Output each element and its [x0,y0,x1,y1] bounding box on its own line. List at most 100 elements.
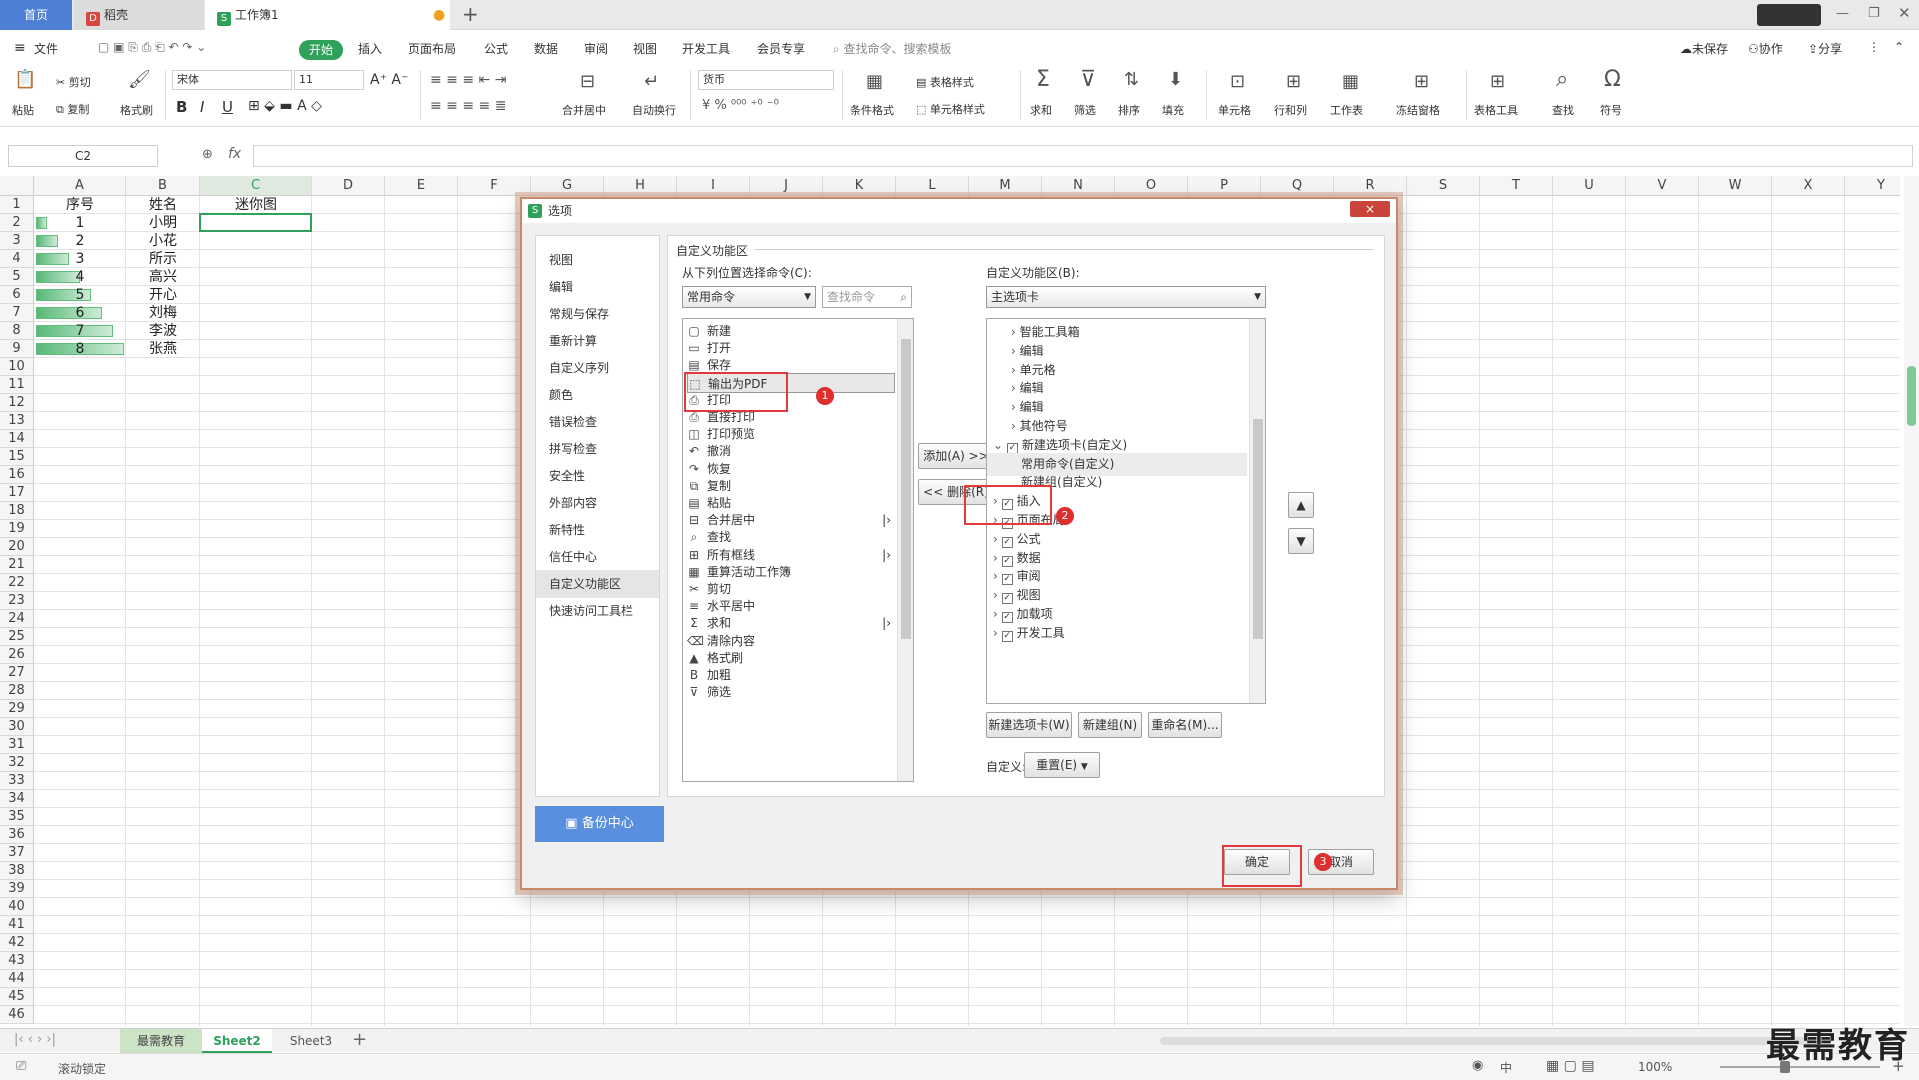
worksheet-icon[interactable]: ▦ [1342,72,1359,92]
sum-button[interactable]: 求和 [1030,102,1052,118]
header-seq[interactable]: 序号 [34,196,126,214]
row-header[interactable]: 17 [0,484,34,502]
column-header[interactable]: Y [1845,176,1900,196]
cell-seq[interactable]: 4 [34,268,126,286]
cell-name[interactable]: 刘梅 [126,304,200,322]
input-mode[interactable]: 中 [1500,1059,1512,1076]
fill-icon[interactable]: ⬇ [1168,70,1183,90]
cell-name[interactable]: 张燕 [126,340,200,358]
expand-icon[interactable]: › [1011,419,1020,433]
row-header[interactable]: 9 [0,340,34,358]
row-header[interactable]: 45 [0,988,34,1006]
add-button[interactable]: 添加(A) >> [918,443,994,469]
user-avatar[interactable] [1757,4,1821,26]
row-header[interactable]: 20 [0,538,34,556]
sum-icon[interactable]: Σ [1036,69,1050,91]
collapse-icon[interactable]: ⌄ [993,438,1007,452]
column-header[interactable]: K [823,176,896,196]
unsaved-status[interactable]: ☁未保存 [1680,40,1728,57]
italic-icon[interactable]: I [200,98,204,116]
row-header[interactable]: 3 [0,232,34,250]
row-header[interactable]: 42 [0,934,34,952]
column-header[interactable]: V [1626,176,1699,196]
cell-name[interactable]: 李波 [126,322,200,340]
row-header[interactable]: 10 [0,358,34,376]
paste-button[interactable]: 粘贴 [12,102,34,118]
cell-name[interactable]: 开心 [126,286,200,304]
nav-item[interactable]: 外部内容 [536,489,659,517]
column-header[interactable]: N [1042,176,1115,196]
expand-icon[interactable]: › [993,626,1002,640]
column-header[interactable]: C [200,176,312,196]
nav-item[interactable]: 编辑 [536,273,659,301]
column-header[interactable]: J [750,176,823,196]
move-down-button[interactable]: ▼ [1288,528,1314,554]
column-header[interactable]: S [1407,176,1480,196]
row-header[interactable]: 14 [0,430,34,448]
macro-record-icon[interactable]: ⎚ [16,1059,26,1074]
quick-access-icons[interactable]: ▢ ▣ ⎘ ⎙ ⎗ ↶ ↷ ⌄ [98,40,206,55]
row-header[interactable]: 44 [0,970,34,988]
expand-icon[interactable]: › [1011,381,1020,395]
select-all-corner[interactable] [0,176,34,196]
expand-icon[interactable]: › [993,569,1002,583]
horizontal-scrollbar[interactable] [1160,1037,1810,1045]
row-header[interactable]: 16 [0,466,34,484]
sheet-tab-2[interactable]: Sheet2 [202,1029,272,1053]
header-name[interactable]: 姓名 [126,196,200,214]
symbol-button[interactable]: 符号 [1600,102,1622,118]
expand-icon[interactable]: › [993,532,1002,546]
ribbon-tree-scroll-thumb[interactable] [1253,419,1263,639]
column-header[interactable]: D [312,176,385,196]
expand-icon[interactable]: › [1011,325,1020,339]
move-up-button[interactable]: ▲ [1288,492,1314,518]
fx-icon[interactable]: fx [228,146,241,162]
nav-item[interactable]: 视图 [536,246,659,274]
cell-seq[interactable]: 5 [34,286,126,304]
copy-button[interactable]: ⧉ 复制 [56,101,89,117]
cell-seq[interactable]: 1 [34,214,126,232]
row-header[interactable]: 38 [0,862,34,880]
name-box[interactable]: C2 [8,145,158,167]
row-header[interactable]: 24 [0,610,34,628]
column-header[interactable]: P [1188,176,1261,196]
nav-item[interactable]: 拼写检查 [536,435,659,463]
cell-name[interactable]: 高兴 [126,268,200,286]
command-item[interactable]: ⊽ 筛选 [687,682,895,702]
table-style-button[interactable]: ▤ 表格样式 [916,74,974,90]
row-header[interactable]: 5 [0,268,34,286]
backup-center-button[interactable]: ▣ 备份中心 [535,806,664,842]
row-header[interactable]: 11 [0,376,34,394]
row-header[interactable]: 30 [0,718,34,736]
row-col-button[interactable]: 行和列 [1274,102,1307,118]
freeze-button[interactable]: 冻结窗格 [1396,102,1440,118]
row-header[interactable]: 23 [0,592,34,610]
expand-icon[interactable]: › [1011,400,1020,414]
row-header[interactable]: 36 [0,826,34,844]
cell-seq[interactable]: 3 [34,250,126,268]
zoom-formula-icon[interactable]: ⊕ [202,147,213,162]
new-tab-button[interactable]: 新建选项卡(W) [986,712,1072,738]
row-header[interactable]: 7 [0,304,34,322]
command-search-input[interactable]: 查找命令 ⌕ [822,286,912,308]
expand-icon[interactable]: › [993,588,1002,602]
sort-icon[interactable]: ⇅ [1124,70,1139,90]
column-header[interactable]: M [969,176,1042,196]
row-header[interactable]: 15 [0,448,34,466]
find-button[interactable]: 查找 [1552,102,1574,118]
row-header[interactable]: 8 [0,322,34,340]
checkbox[interactable]: ✓ [1001,630,1013,642]
tree-item[interactable]: › ✓ 开发工具 [987,622,1247,645]
row-header[interactable]: 29 [0,700,34,718]
row-header[interactable]: 1 [0,196,34,214]
column-header[interactable]: H [604,176,677,196]
share-button[interactable]: ⇪分享 [1808,40,1842,57]
row-header[interactable]: 43 [0,952,34,970]
sheet-tab-1[interactable]: 最需教育 [120,1029,202,1053]
menu-member[interactable]: 会员专享 [757,40,805,57]
tab-docer[interactable]: D 稻壳 [74,0,204,30]
wrap-icon[interactable]: ↵ [644,72,659,92]
nav-item[interactable]: 信任中心 [536,543,659,571]
column-header[interactable]: O [1115,176,1188,196]
cell-seq[interactable]: 2 [34,232,126,250]
